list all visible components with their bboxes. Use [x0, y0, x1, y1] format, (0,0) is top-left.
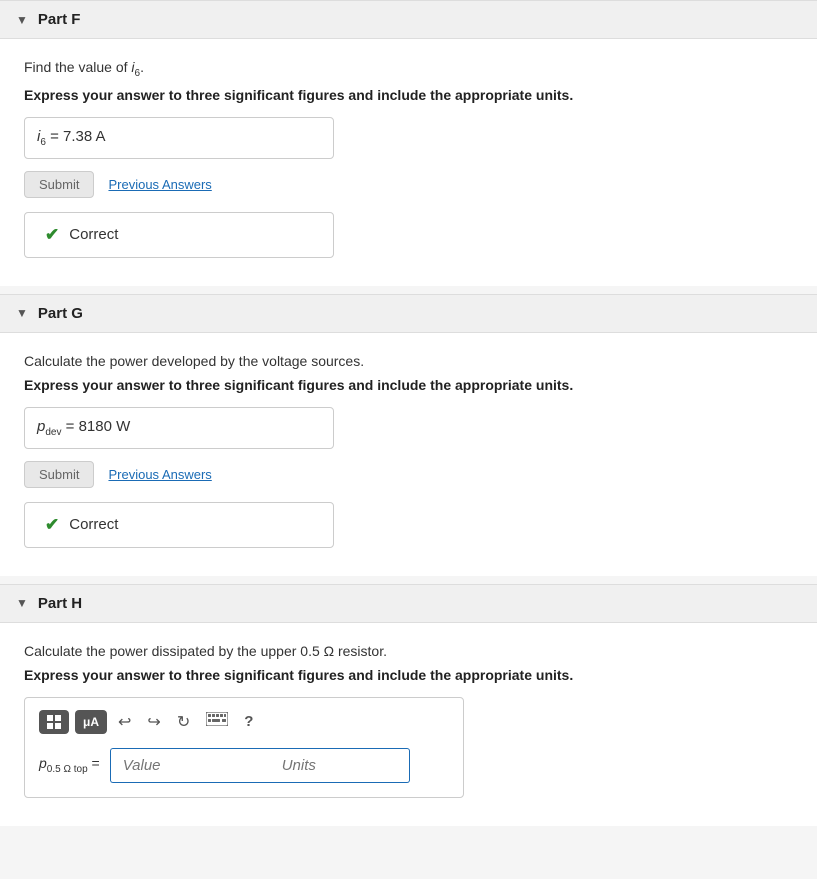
part-g-section: ▼ Part G Calculate the power developed b… — [0, 294, 817, 576]
grid-button[interactable] — [39, 710, 69, 734]
part-f-prev-answers-link[interactable]: Previous Answers — [108, 177, 211, 192]
units-input[interactable] — [270, 748, 410, 783]
part-f-submit-button[interactable]: Submit — [24, 171, 94, 198]
part-f-instruction: Express your answer to three significant… — [24, 87, 793, 103]
part-f-checkmark-icon: ✔ — [45, 225, 59, 245]
part-f-title: Part F — [38, 11, 81, 28]
part-f-correct-label: Correct — [69, 226, 118, 243]
part-f-header: ▼ Part F — [0, 0, 817, 39]
part-g-checkmark-icon: ✔ — [45, 515, 59, 535]
part-h-question: Calculate the power dissipated by the up… — [24, 643, 793, 659]
value-units-row: p0.5 Ω top = — [39, 748, 449, 783]
redo-button[interactable]: ↪ — [142, 710, 165, 734]
part-h-input-container: μA ↩ ↪ ↻ ? — [24, 697, 464, 798]
part-g-submit-button[interactable]: Submit — [24, 461, 94, 488]
part-g-body: Calculate the power developed by the vol… — [0, 333, 817, 576]
mu-button[interactable]: μA — [75, 710, 107, 734]
part-g-prev-answers-link[interactable]: Previous Answers — [108, 467, 211, 482]
part-g-correct-box: ✔ Correct — [24, 502, 334, 548]
part-g-submit-row: Submit Previous Answers — [24, 461, 793, 488]
part-g-title: Part G — [38, 305, 83, 322]
part-h-title: Part H — [38, 595, 82, 612]
part-f-answer-box: i6 = 7.38 A — [24, 117, 334, 159]
value-input[interactable] — [110, 748, 270, 783]
part-h-body: Calculate the power dissipated by the up… — [0, 623, 817, 826]
part-h-collapse-arrow[interactable]: ▼ — [16, 596, 28, 610]
keyboard-button[interactable] — [201, 710, 233, 733]
part-f-body: Find the value of i6. Express your answe… — [0, 39, 817, 286]
part-f-collapse-arrow[interactable]: ▼ — [16, 13, 28, 27]
part-h-instruction: Express your answer to three significant… — [24, 667, 793, 683]
part-f-question: Find the value of i6. — [24, 59, 793, 79]
undo-button[interactable]: ↩ — [113, 710, 136, 734]
part-f-section: ▼ Part F Find the value of i6. Express y… — [0, 0, 817, 286]
part-f-submit-row: Submit Previous Answers — [24, 171, 793, 198]
part-g-instruction: Express your answer to three significant… — [24, 377, 793, 393]
part-g-collapse-arrow[interactable]: ▼ — [16, 306, 28, 320]
help-button[interactable]: ? — [239, 711, 258, 732]
part-f-correct-box: ✔ Correct — [24, 212, 334, 258]
part-g-correct-label: Correct — [69, 516, 118, 533]
part-g-header: ▼ Part G — [0, 294, 817, 333]
part-h-var-label: p0.5 Ω top = — [39, 755, 100, 775]
part-h-section: ▼ Part H Calculate the power dissipated … — [0, 584, 817, 826]
part-h-header: ▼ Part H — [0, 584, 817, 623]
part-g-question: Calculate the power developed by the vol… — [24, 353, 793, 369]
refresh-button[interactable]: ↻ — [172, 710, 195, 734]
part-h-toolbar: μA ↩ ↪ ↻ ? — [39, 710, 449, 734]
part-g-answer-box: pdev = 8180 W — [24, 407, 334, 449]
